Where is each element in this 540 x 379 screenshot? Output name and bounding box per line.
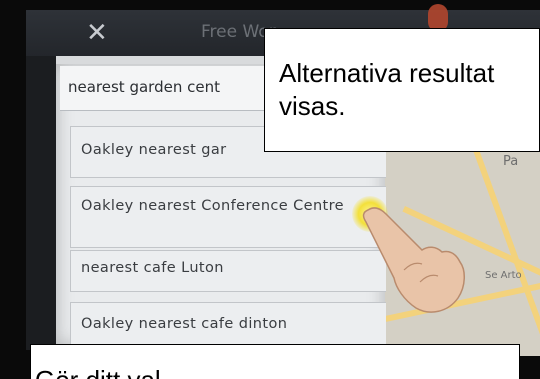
result-label: Oakley nearest cafe dinton bbox=[81, 316, 288, 332]
caption-bottom: Gör ditt val bbox=[30, 344, 520, 379]
close-icon[interactable]: ✕ bbox=[86, 20, 112, 46]
caption-bottom-text: Gör ditt val bbox=[35, 365, 161, 379]
caption-top-text: Alternativa resultat visas. bbox=[279, 58, 495, 121]
result-item[interactable]: Oakley nearest cafe dinton bbox=[70, 302, 386, 348]
search-query: nearest garden cent bbox=[68, 78, 220, 96]
caption-top: Alternativa resultat visas. bbox=[264, 28, 540, 152]
photo-frame: ✕ Free Wor Pa Se Arto nearest garden cen… bbox=[0, 0, 540, 379]
result-label: nearest cafe Luton bbox=[81, 260, 224, 276]
result-item[interactable]: nearest cafe Luton bbox=[70, 250, 386, 292]
screen-edge bbox=[26, 56, 56, 350]
result-label: Oakley nearest Conference Centre bbox=[81, 198, 344, 214]
result-item[interactable]: Oakley nearest Conference Centre bbox=[70, 186, 386, 248]
map-label: Se Arto bbox=[485, 270, 522, 281]
map-label: Pa bbox=[503, 154, 519, 169]
pointing-hand-icon bbox=[362, 207, 465, 313]
